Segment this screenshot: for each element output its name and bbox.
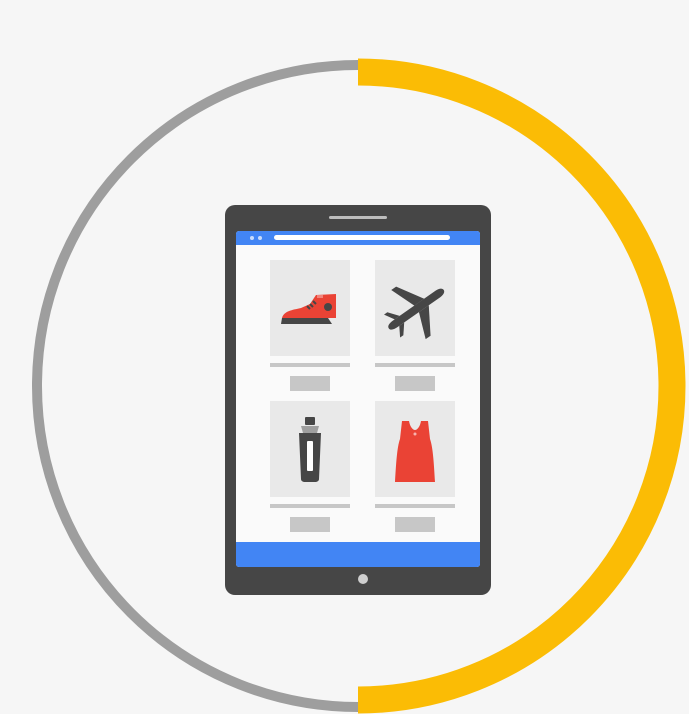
- product-price-placeholder: [290, 376, 330, 391]
- sneaker-icon: [281, 294, 336, 324]
- tablet-device: [225, 205, 491, 595]
- browser-toolbar: [236, 231, 480, 245]
- address-bar[interactable]: [274, 235, 450, 240]
- product-thumbnail[interactable]: [270, 401, 350, 497]
- bottom-navigation-bar[interactable]: [236, 542, 480, 567]
- sleeveless-top-icon: [395, 421, 435, 482]
- window-dot: [250, 236, 254, 240]
- tablet-home-button[interactable]: [358, 574, 368, 584]
- product-title-placeholder: [270, 363, 350, 367]
- product-price-placeholder: [395, 517, 435, 532]
- product-price-placeholder: [290, 517, 330, 532]
- tablet-speaker: [329, 216, 387, 219]
- tablet-screen: [236, 231, 480, 567]
- illustration: [0, 0, 689, 714]
- product-card[interactable]: [270, 260, 350, 391]
- product-title-placeholder: [375, 504, 455, 508]
- product-thumbnail[interactable]: [375, 401, 455, 497]
- product-card[interactable]: [375, 401, 455, 532]
- product-title-placeholder: [270, 504, 350, 508]
- cocktail-shaker-icon: [299, 417, 321, 482]
- airplane-icon: [384, 286, 445, 340]
- product-price-placeholder: [395, 376, 435, 391]
- product-thumbnail[interactable]: [270, 260, 350, 356]
- product-card[interactable]: [375, 260, 455, 391]
- window-dot: [258, 236, 262, 240]
- product-title-placeholder: [375, 363, 455, 367]
- product-thumbnail[interactable]: [375, 260, 455, 356]
- product-card[interactable]: [270, 401, 350, 532]
